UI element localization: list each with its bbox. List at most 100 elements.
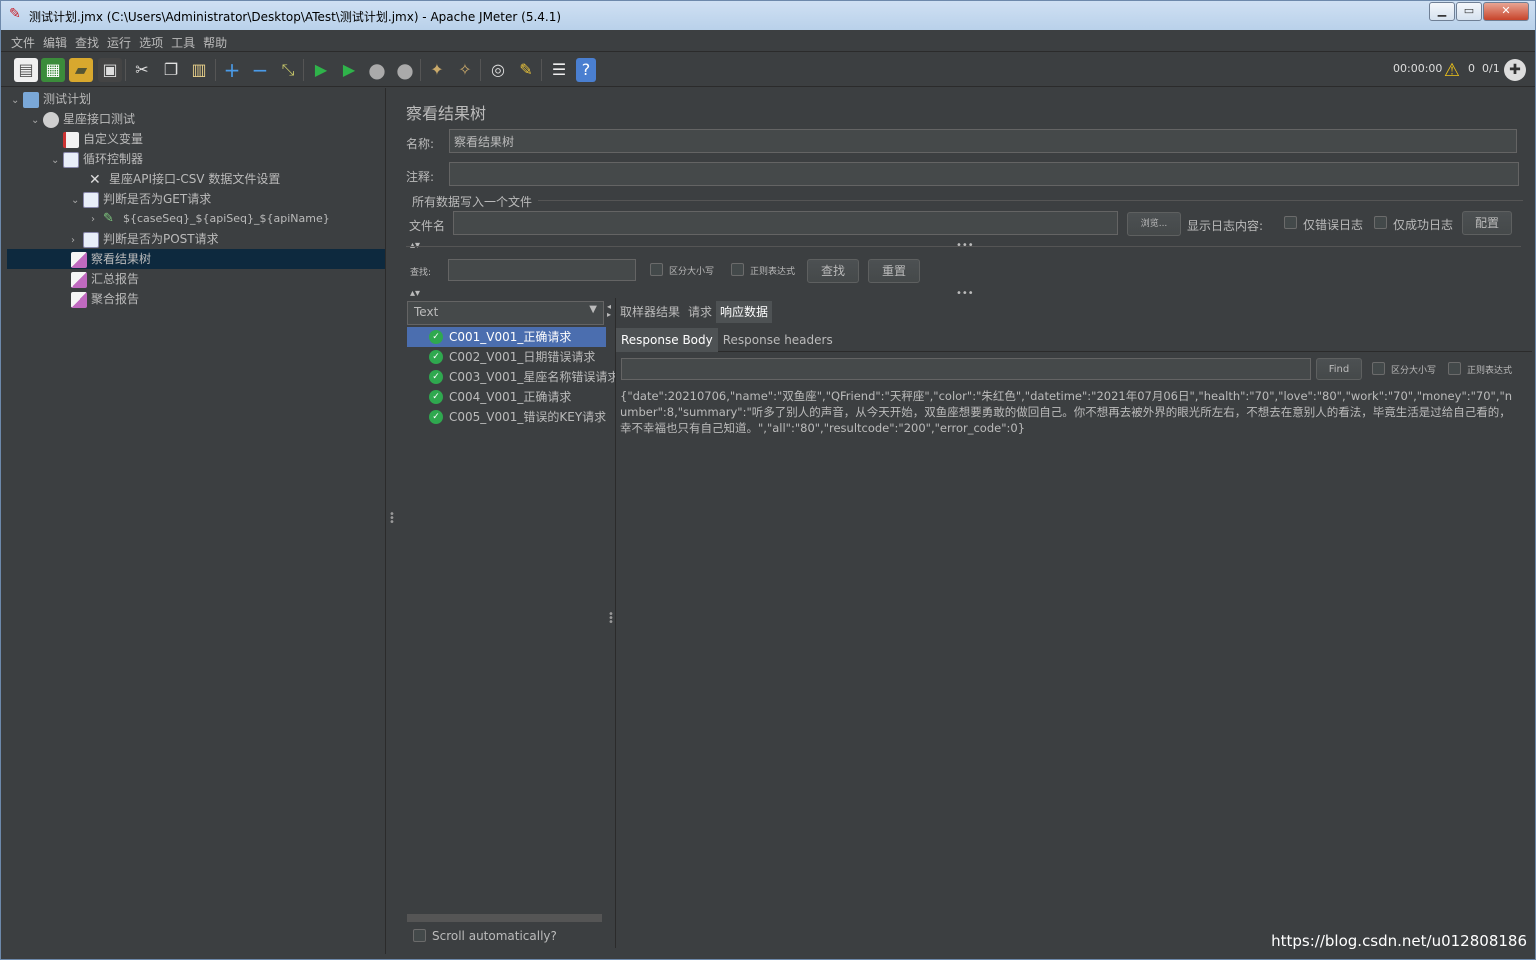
- controller-icon: [63, 151, 79, 168]
- scroll-automatically-checkbox[interactable]: [413, 929, 426, 942]
- renderer-select[interactable]: Text ▼: [407, 301, 604, 325]
- success-only-checkbox[interactable]: [1374, 216, 1387, 229]
- open-icon[interactable]: ▰: [69, 58, 93, 82]
- menu-run[interactable]: 运行: [103, 30, 135, 51]
- response-body-text[interactable]: {"date":20210706,"name":"双鱼座","QFriend":…: [620, 388, 1518, 436]
- chevron-right-icon[interactable]: ›: [91, 210, 103, 230]
- clear-all-icon[interactable]: ✧: [453, 58, 477, 82]
- minimize-button[interactable]: ▁: [1429, 2, 1455, 21]
- tab-response-body[interactable]: Response Body: [616, 328, 718, 352]
- list-item[interactable]: ✓ C003_V001_星座名称错误请求: [407, 367, 619, 387]
- start-icon[interactable]: ▶: [309, 58, 333, 82]
- chevron-right-icon[interactable]: ›: [71, 231, 83, 251]
- close-button[interactable]: ✕: [1483, 2, 1529, 21]
- list-item[interactable]: ✓ C001_V001_正确请求: [407, 327, 606, 347]
- split-pane-divider[interactable]: • • •: [387, 88, 395, 954]
- chevron-down-icon[interactable]: ⌄: [71, 191, 83, 211]
- tree-node-user-variables[interactable]: 自定义变量: [63, 129, 143, 149]
- menu-options[interactable]: 选项: [135, 30, 167, 51]
- list-item[interactable]: ✓ C005_V001_错误的KEY请求: [407, 407, 606, 427]
- tree-node-http-sampler[interactable]: › ✎ ${caseSeq}_${apiSeq}_${apiName}: [91, 209, 330, 229]
- tree-node-summary-report[interactable]: 汇总报告: [71, 269, 139, 289]
- maximize-button[interactable]: ▭: [1456, 2, 1482, 21]
- tree-node-loop-controller[interactable]: ⌄ 循环控制器: [51, 149, 143, 169]
- new-icon[interactable]: ▤: [14, 58, 38, 82]
- reset-search-icon[interactable]: ✎: [514, 58, 538, 82]
- results-split-divider[interactable]: ◂ ▸ • • •: [606, 301, 614, 946]
- warning-icon[interactable]: ⚠: [1442, 59, 1462, 83]
- reset-button[interactable]: 重置: [868, 259, 920, 283]
- configure-button[interactable]: 配置: [1462, 211, 1512, 235]
- clear-icon[interactable]: ✦: [425, 58, 449, 82]
- list-item[interactable]: ✓ C004_V001_正确请求: [407, 387, 606, 407]
- paste-icon[interactable]: ▥: [187, 58, 211, 82]
- toolbar-separator: [303, 59, 304, 81]
- tree-node-label: 自定义变量: [83, 132, 144, 146]
- tree-node-label: 判断是否为POST请求: [103, 232, 219, 246]
- tab-response-headers[interactable]: Response headers: [718, 328, 838, 352]
- search-button[interactable]: 查找: [807, 259, 859, 283]
- case-sensitive-checkbox[interactable]: [650, 263, 663, 276]
- cut-icon[interactable]: ✂: [130, 58, 154, 82]
- find-case-checkbox[interactable]: [1372, 362, 1385, 375]
- copy-icon[interactable]: ❐: [159, 58, 183, 82]
- menu-help[interactable]: 帮助: [199, 30, 231, 51]
- result-label: C002_V001_日期错误请求: [449, 350, 596, 364]
- collapse-arrows[interactable]: ▴▾: [410, 289, 420, 299]
- tree-node-view-results-tree[interactable]: 察看结果树: [7, 249, 385, 269]
- find-button[interactable]: Find: [1316, 358, 1362, 380]
- menu-edit[interactable]: 编辑: [39, 30, 71, 51]
- listener-icon: [71, 291, 87, 308]
- success-shield-icon: ✓: [429, 390, 443, 404]
- tree-node-if-get[interactable]: ⌄ 判断是否为GET请求: [71, 189, 211, 209]
- group-border: [538, 200, 1523, 201]
- toggle-icon[interactable]: ⤡: [276, 58, 300, 82]
- listener-icon: [71, 251, 87, 268]
- tree-node-thread-group[interactable]: ⌄ 星座接口测试: [31, 109, 135, 129]
- find-regex-checkbox[interactable]: [1448, 362, 1461, 375]
- expand-icon[interactable]: +: [220, 58, 244, 82]
- success-only-label: 仅成功日志: [1393, 218, 1454, 232]
- list-item[interactable]: ✓ C002_V001_日期错误请求: [407, 347, 606, 367]
- response-subtabs: Response Body Response headers: [616, 328, 1532, 352]
- search-label: 查找:: [410, 268, 432, 278]
- tree-node-aggregate-report[interactable]: 聚合报告: [71, 289, 139, 309]
- comment-field[interactable]: [449, 162, 1519, 186]
- collapse-icon[interactable]: −: [248, 58, 272, 82]
- panel-title: 察看结果树: [406, 104, 487, 123]
- start-no-pause-icon[interactable]: ▶: [337, 58, 361, 82]
- menu-tools[interactable]: 工具: [167, 30, 199, 51]
- chevron-down-icon: ▼: [589, 304, 597, 315]
- templates-icon[interactable]: ▦: [41, 58, 65, 82]
- find-input[interactable]: [621, 358, 1311, 380]
- tab-request[interactable]: 请求: [684, 301, 716, 323]
- success-shield-icon: ✓: [429, 350, 443, 364]
- menu-file[interactable]: 文件: [1, 30, 39, 51]
- chevron-down-icon[interactable]: ⌄: [51, 151, 63, 171]
- listener-panel: 察看结果树 名称: 察看结果树 注释: 所有数据写入一个文件 文件名 浏览...…: [396, 88, 1535, 954]
- search-icon[interactable]: ◎: [486, 58, 510, 82]
- save-icon[interactable]: ▣: [98, 58, 122, 82]
- function-helper-icon[interactable]: ☰: [547, 58, 571, 82]
- search-field[interactable]: [448, 259, 636, 281]
- find-regex-label: 正则表达式: [1467, 366, 1513, 376]
- tab-sampler-result[interactable]: 取样器结果: [616, 301, 684, 323]
- tree-node-if-post[interactable]: › 判断是否为POST请求: [71, 229, 219, 249]
- chevron-down-icon[interactable]: ⌄: [31, 111, 43, 131]
- shutdown-icon[interactable]: ●: [393, 58, 417, 82]
- filename-field[interactable]: [453, 211, 1118, 235]
- help-icon[interactable]: ?: [576, 58, 596, 82]
- chevron-down-icon[interactable]: ⌄: [11, 91, 23, 111]
- regex-checkbox[interactable]: [731, 263, 744, 276]
- menu-search[interactable]: 查找: [71, 30, 103, 51]
- stop-icon[interactable]: ●: [365, 58, 389, 82]
- collapse-arrows[interactable]: ◂ ▸: [607, 303, 611, 319]
- tree-node-test-plan[interactable]: ⌄ 测试计划: [11, 89, 91, 109]
- name-field[interactable]: 察看结果树: [449, 129, 1517, 153]
- errors-only-checkbox[interactable]: [1284, 216, 1297, 229]
- tab-response-data[interactable]: 响应数据: [716, 301, 773, 323]
- horizontal-scrollbar[interactable]: [407, 914, 602, 922]
- browse-button[interactable]: 浏览...: [1127, 212, 1181, 236]
- tree-node-csv-config[interactable]: ✕ 星座API接口-CSV 数据文件设置: [89, 169, 280, 189]
- result-label: C004_V001_正确请求: [449, 390, 572, 404]
